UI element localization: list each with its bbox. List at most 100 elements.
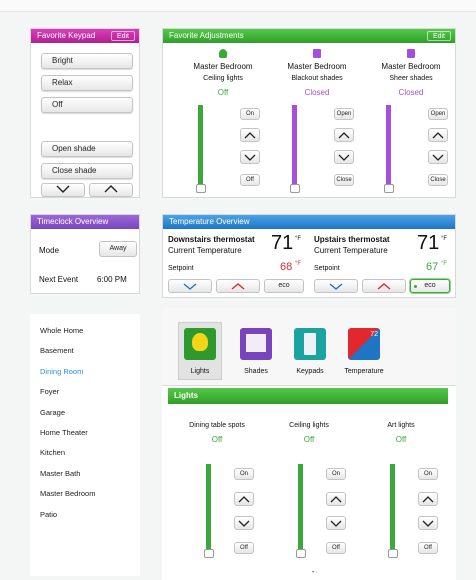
setpoint-value: 67 (426, 261, 439, 273)
load-status: Off (395, 435, 407, 444)
lights-section-title: Lights (174, 391, 198, 400)
adjustment-bottom-button[interactable]: Close (428, 174, 448, 186)
lower-button[interactable] (418, 516, 438, 530)
load-on-button[interactable]: On (234, 468, 254, 480)
sidebar-room-item[interactable]: Foyer (40, 387, 59, 396)
adjustment-top-button[interactable]: Open (334, 108, 354, 120)
level-slider[interactable] (298, 464, 303, 554)
next-event-label: Next Event (39, 275, 79, 284)
keypad-plate (304, 333, 316, 355)
raise-button[interactable] (326, 492, 346, 506)
thermometer-icon: 72 (348, 328, 380, 360)
keypad-page-down-button[interactable] (41, 183, 85, 197)
load-status: Off (303, 435, 315, 444)
adjustment-top-button[interactable]: Open (428, 108, 448, 120)
setpoint-up-button[interactable] (362, 279, 406, 293)
adjustment-bottom-button[interactable]: Close (334, 174, 354, 186)
sidebar-room-item[interactable]: Basement (40, 346, 74, 355)
sidebar-room-item[interactable]: Dining Room (40, 367, 83, 376)
sidebar-room-item[interactable]: Master Bedroom (40, 489, 95, 498)
shade-icon (407, 49, 415, 58)
lower-button[interactable] (240, 150, 260, 164)
eco-button[interactable]: eco (410, 279, 450, 293)
sidebar-room-item[interactable]: Home Theater (40, 428, 88, 437)
edit-keypad-button[interactable]: Edit (110, 31, 135, 41)
chevron-up-icon (330, 496, 342, 503)
level-slider[interactable] (292, 105, 297, 189)
setpoint-down-button[interactable] (168, 279, 212, 293)
lightbulb-icon (184, 328, 216, 360)
level-slider[interactable] (206, 464, 211, 554)
lower-button[interactable] (234, 516, 254, 530)
sidebar-room-item[interactable]: Master Bath (40, 469, 80, 478)
timeclock-panel: Timeclock Overview Mode Away Next Event … (30, 214, 140, 294)
raise-button[interactable] (240, 128, 260, 142)
raise-button[interactable] (234, 492, 254, 506)
chevron-down-icon (244, 154, 256, 161)
setpoint-value: 68 (280, 261, 293, 273)
lower-button[interactable] (334, 150, 354, 164)
level-slider-thumb[interactable] (196, 184, 206, 193)
page-indicator: • ◦ (312, 570, 318, 576)
eco-active-indicator (414, 285, 417, 288)
keypad-page-up-button[interactable] (89, 183, 133, 197)
adjustment-bottom-button[interactable]: Off (240, 174, 260, 186)
raise-button[interactable] (418, 492, 438, 506)
adjustment-top-button[interactable]: On (240, 108, 260, 120)
lower-button[interactable] (326, 516, 346, 530)
keypad-button-relax[interactable]: Relax (41, 75, 133, 91)
load-off-button[interactable]: Off (418, 542, 438, 554)
load-name: Art lights (387, 422, 415, 429)
level-slider[interactable] (390, 464, 395, 554)
level-slider-thumb[interactable] (290, 184, 300, 193)
load-off-button[interactable]: Off (326, 542, 346, 554)
current-temperature: 71 (271, 232, 294, 254)
chevron-down-icon (330, 520, 342, 527)
sidebar-room-item[interactable]: Whole Home (40, 326, 83, 335)
load-status: Off (211, 435, 223, 444)
level-slider-thumb[interactable] (204, 549, 214, 558)
keypad-icon (294, 328, 326, 360)
favorite-keypad-title: Favorite Keypad (37, 31, 96, 40)
level-slider[interactable] (386, 105, 391, 189)
mode-select[interactable]: Away (99, 241, 137, 257)
setpoint-down-button[interactable] (314, 279, 358, 293)
load-off-button[interactable]: Off (234, 542, 254, 554)
shade-panel (246, 334, 266, 352)
keypad-button-open-shade[interactable]: Open shade (41, 141, 133, 157)
setpoint-up-button[interactable] (216, 279, 260, 293)
adjustment-name: Blackout shades (291, 75, 343, 82)
timeclock-title: Timeclock Overview (37, 217, 109, 226)
load-on-button[interactable]: On (418, 468, 438, 480)
shade-icon (240, 328, 272, 360)
chevron-down-icon (338, 154, 350, 161)
lower-button[interactable] (428, 150, 448, 164)
sidebar-room-item[interactable]: Kitchen (40, 448, 65, 457)
load-name: Ceiling lights (289, 422, 329, 429)
raise-button[interactable] (334, 128, 354, 142)
temperature-panel: Temperature Overview Downstairs thermost… (162, 214, 456, 298)
bulb-glow (192, 333, 208, 351)
level-slider[interactable] (198, 105, 203, 189)
level-slider-thumb[interactable] (296, 549, 306, 558)
sidebar-room-item[interactable]: Patio (40, 510, 57, 519)
eco-button[interactable]: eco (264, 279, 304, 293)
thermostat-current-label: Current Temperature (168, 246, 242, 255)
current-temperature-unit: °F (441, 236, 448, 242)
raise-button[interactable] (428, 128, 448, 142)
keypad-button-close-shade[interactable]: Close shade (41, 163, 133, 179)
load-on-button[interactable]: On (326, 468, 346, 480)
chevron-down-icon (183, 283, 197, 290)
edit-adjustments-button[interactable]: Edit (426, 31, 451, 41)
level-slider-thumb[interactable] (384, 184, 394, 193)
chevron-down-icon (329, 283, 343, 290)
keypad-button-off[interactable]: Off (41, 97, 133, 113)
lightbulb-icon (219, 49, 227, 58)
keypad-button-bright[interactable]: Bright (41, 53, 133, 69)
sidebar-room-item[interactable]: Garage (40, 408, 65, 417)
temperature-badge: 72 (370, 331, 378, 338)
chevron-down-icon (422, 520, 434, 527)
level-slider-thumb[interactable] (388, 549, 398, 558)
tab-label: Temperature (344, 368, 384, 375)
chevron-down-icon (238, 520, 250, 527)
